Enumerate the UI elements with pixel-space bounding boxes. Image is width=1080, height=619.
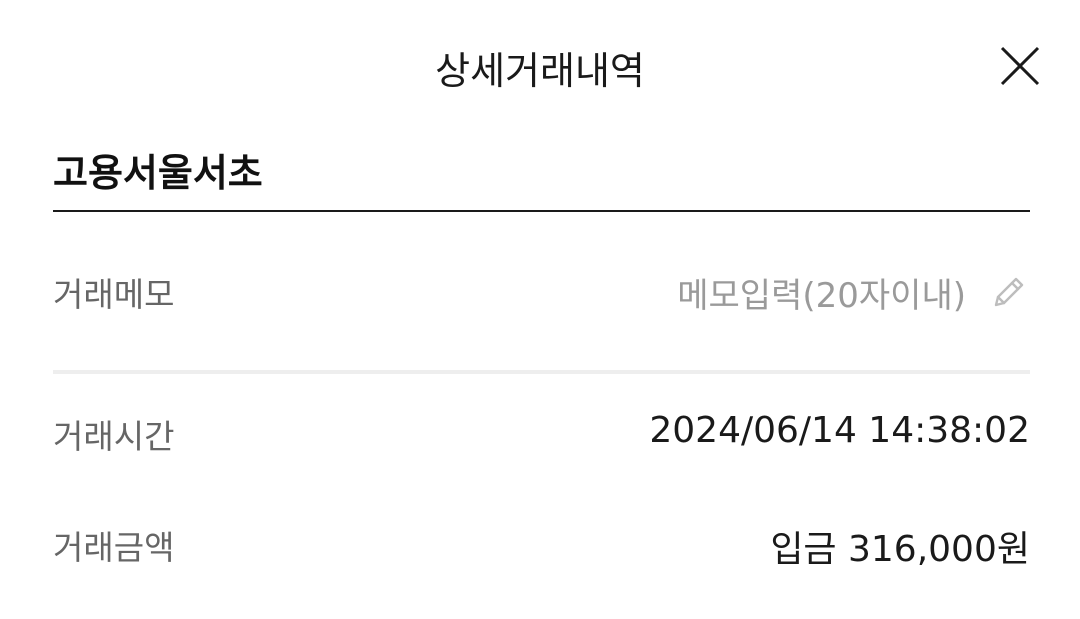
time-label: 거래시간 bbox=[53, 417, 175, 456]
page-title: 상세거래내역 bbox=[435, 49, 645, 93]
amount-value: 입금 316,000원 bbox=[770, 529, 1030, 570]
close-icon bbox=[1000, 46, 1040, 86]
time-value: 2024/06/14 14:38:02 bbox=[649, 410, 1030, 451]
amount-label: 거래금액 bbox=[53, 528, 175, 567]
memo-label: 거래메모 bbox=[53, 275, 175, 314]
section-divider bbox=[53, 370, 1030, 374]
modal-header: 상세거래내역 bbox=[0, 0, 1080, 134]
merchant-underline bbox=[53, 210, 1030, 212]
pencil-icon[interactable] bbox=[988, 271, 1030, 313]
merchant-name: 고용서울서초 bbox=[53, 151, 263, 195]
memo-placeholder: 메모입력(20자이내) bbox=[677, 275, 966, 316]
memo-input[interactable]: 메모입력(20자이내) bbox=[677, 262, 1030, 322]
close-button[interactable] bbox=[996, 42, 1044, 90]
